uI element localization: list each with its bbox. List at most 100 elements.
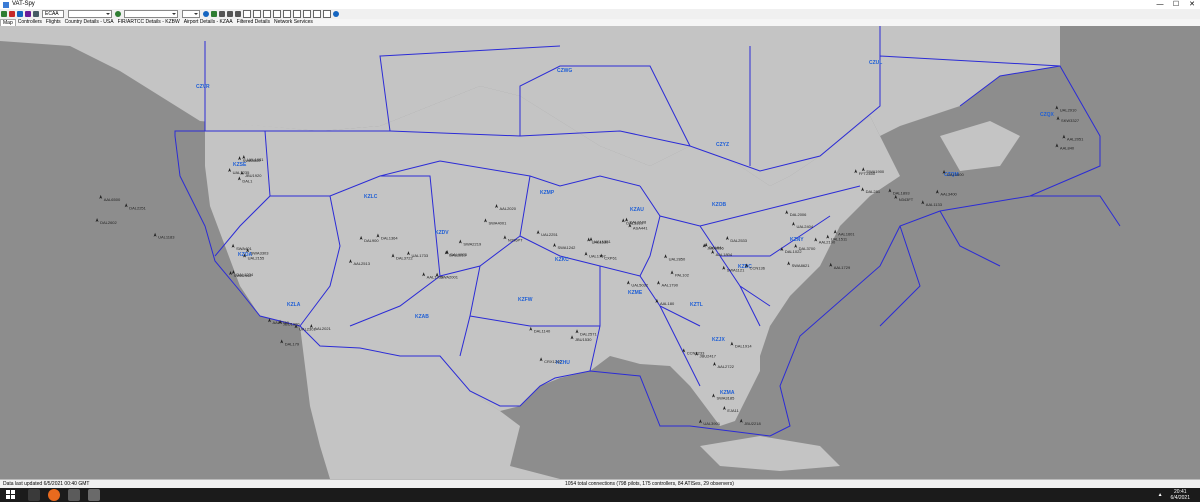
flight-callsign[interactable]: CCN2233 xyxy=(687,350,705,355)
flight-callsign[interactable]: UAL5032 xyxy=(631,282,648,287)
tab-network-services[interactable]: Network Services xyxy=(272,19,315,26)
network-icon[interactable]: ▲ xyxy=(1158,492,1163,498)
flight-callsign[interactable]: UAL3901 xyxy=(703,421,720,426)
flight-callsign[interactable]: UAL2910 xyxy=(1060,107,1077,112)
start-icon[interactable] xyxy=(6,490,16,500)
flight-callsign[interactable]: JBU1530 xyxy=(575,337,592,342)
flight-callsign[interactable]: DAL1234 xyxy=(236,272,253,277)
flight-callsign[interactable]: AAL1790 xyxy=(661,283,678,288)
flight-callsign[interactable]: UAL2155 xyxy=(248,256,265,261)
flight-callsign[interactable]: DAL1800 xyxy=(947,172,964,177)
vatspy-taskbar-icon[interactable] xyxy=(88,489,100,501)
flight-callsign[interactable]: AAL2513 xyxy=(353,261,370,266)
trail-icon[interactable] xyxy=(293,10,301,18)
flight-callsign[interactable]: SWA3500 xyxy=(243,158,262,163)
flight-callsign[interactable]: SWA4001 xyxy=(488,220,507,225)
aircraft-icon[interactable] xyxy=(1056,116,1060,121)
flight-callsign[interactable]: CRX1240 xyxy=(544,359,562,364)
aircraft-icon[interactable] xyxy=(894,194,898,199)
aircraft-icon[interactable] xyxy=(99,194,103,199)
flight-callsign[interactable]: JBU2218 xyxy=(744,421,761,426)
connect-icon[interactable] xyxy=(1,11,7,17)
flight-callsign[interactable]: AAL1133 xyxy=(926,202,943,207)
flight-callsign[interactable]: SWA2001 xyxy=(440,275,459,280)
flight-callsign[interactable]: DAL2251 xyxy=(129,205,146,210)
flight-callsign[interactable]: DAL3700 xyxy=(799,246,816,251)
task-view-icon[interactable] xyxy=(28,489,40,501)
flight-callsign[interactable]: DAL900 xyxy=(364,238,379,243)
aircraft-icon[interactable] xyxy=(253,10,261,18)
tab-airport-details[interactable]: Airport Details - KZAA xyxy=(182,19,235,26)
zoom-in-icon[interactable] xyxy=(211,11,217,17)
flight-callsign[interactable]: DAL2533 xyxy=(730,238,747,243)
aircraft-icon[interactable] xyxy=(698,419,702,424)
flight-callsign[interactable]: AAL3400 xyxy=(940,192,957,197)
help-icon[interactable] xyxy=(333,11,339,17)
flight-callsign[interactable]: DAL1573 xyxy=(450,252,467,257)
aircraft-icon[interactable] xyxy=(1062,134,1066,139)
labels-icon[interactable] xyxy=(243,10,251,18)
flight-callsign[interactable]: DAL179 xyxy=(285,341,300,346)
disconnect-icon[interactable] xyxy=(9,11,15,17)
search-icon[interactable] xyxy=(203,11,209,17)
airport-icon[interactable] xyxy=(263,10,271,18)
flight-callsign[interactable]: DAL1364 xyxy=(381,235,398,240)
aircraft-icon[interactable] xyxy=(829,262,833,267)
flight-callsign[interactable]: AAL1601 xyxy=(838,232,855,237)
tab-controllers[interactable]: Controllers xyxy=(16,19,44,26)
aircraft-icon[interactable] xyxy=(95,218,99,223)
tab-filtered-details[interactable]: Filtered Details xyxy=(235,19,272,26)
weather-icon[interactable] xyxy=(303,10,311,18)
flight-callsign[interactable]: UAL1183 xyxy=(158,235,175,240)
aircraft-icon[interactable] xyxy=(921,200,925,205)
flight-callsign[interactable]: AAL2051 xyxy=(1067,137,1084,142)
flight-callsign[interactable]: AAL2020 xyxy=(500,206,517,211)
flight-callsign[interactable]: DAL2571 xyxy=(580,331,597,336)
flight-callsign[interactable]: DAL3310 xyxy=(626,220,643,225)
flight-callsign[interactable]: FFT2450 xyxy=(859,171,876,176)
aircraft-icon[interactable] xyxy=(888,188,892,193)
back-icon[interactable] xyxy=(227,11,233,17)
settings-icon[interactable] xyxy=(33,11,39,17)
aircraft-icon[interactable] xyxy=(1055,105,1059,110)
fir-icon[interactable] xyxy=(273,10,281,18)
flight-callsign[interactable]: AAL4750 xyxy=(272,320,289,325)
aircraft-icon[interactable] xyxy=(739,418,743,423)
flight-callsign[interactable]: AAL6500 xyxy=(104,197,121,202)
flight-callsign[interactable]: DAL1140 xyxy=(534,329,551,334)
flight-callsign[interactable]: UAL1511 xyxy=(831,237,848,242)
flight-callsign[interactable]: JBU1920 xyxy=(245,173,262,178)
flight-callsign[interactable]: UAL2404 xyxy=(796,224,813,229)
flight-callsign[interactable]: ASA441 xyxy=(633,225,648,230)
flight-callsign[interactable]: SKW3327 xyxy=(1061,118,1080,123)
flight-callsign[interactable]: CXP61 xyxy=(604,256,617,261)
forward-icon[interactable] xyxy=(235,11,241,17)
flight-callsign[interactable]: SWA8621 xyxy=(792,263,811,268)
flight-callsign[interactable]: CCN136 xyxy=(750,266,766,271)
flight-callsign[interactable]: UAL1530 xyxy=(592,239,609,244)
flight-callsign[interactable]: DAL2602 xyxy=(100,220,117,225)
grid-icon[interactable] xyxy=(313,10,321,18)
flight-callsign[interactable]: SWA2219 xyxy=(463,241,482,246)
minimize-button[interactable]: — xyxy=(1152,0,1168,9)
flight-callsign[interactable]: DAL1 xyxy=(242,178,253,183)
flight-callsign[interactable]: SWA1121 xyxy=(727,268,745,273)
flight-callsign[interactable]: AAL180 xyxy=(660,301,675,306)
callsign-input[interactable]: ECAA xyxy=(42,10,64,18)
tab-country-details[interactable]: Country Details - USA xyxy=(63,19,116,26)
callsign-select[interactable] xyxy=(68,10,112,18)
flight-callsign[interactable]: UAL2850 xyxy=(669,256,686,261)
taskbar-app-icon[interactable] xyxy=(68,489,80,501)
radar-map[interactable]: CZVR CZWG CZUL CZYZ CZQM CZQX KZSE KZLC … xyxy=(0,26,1200,479)
firefox-icon[interactable] xyxy=(48,489,60,501)
info-icon[interactable] xyxy=(323,10,331,18)
close-button[interactable]: ✕ xyxy=(1184,0,1200,9)
aircraft-icon[interactable] xyxy=(153,232,157,237)
flight-callsign[interactable]: UAL2251 xyxy=(541,232,558,237)
filter-icon[interactable] xyxy=(25,11,31,17)
tab-flights[interactable]: Flights xyxy=(44,19,63,26)
flight-callsign[interactable]: SWA1242 xyxy=(558,245,577,250)
flight-callsign[interactable]: DAL94 xyxy=(709,245,722,250)
flight-callsign[interactable]: DAL281 xyxy=(866,189,881,194)
flight-callsign[interactable]: DAL1893 xyxy=(893,190,910,195)
